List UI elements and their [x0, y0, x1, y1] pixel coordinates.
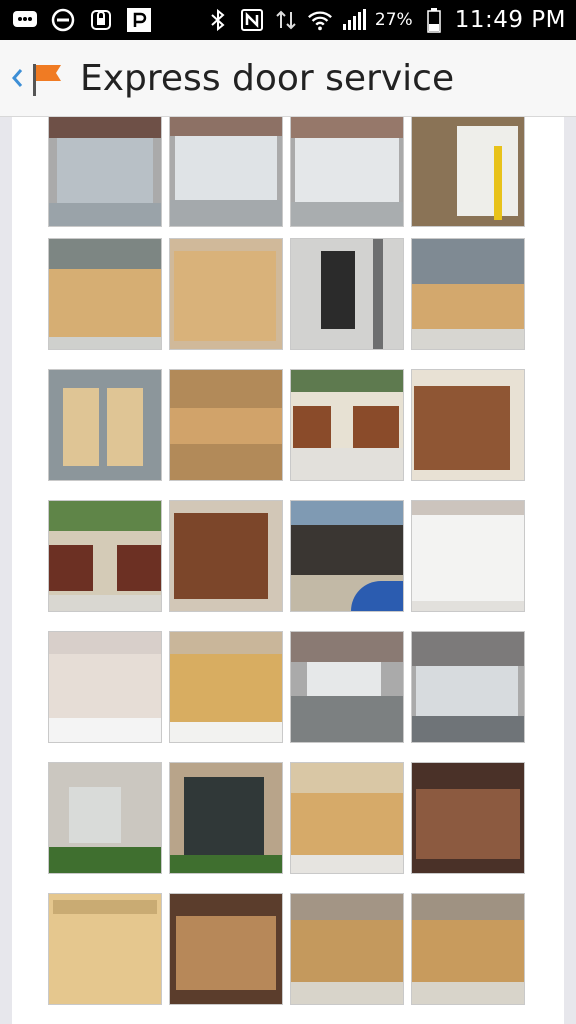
photo-thumb[interactable] [48, 762, 162, 874]
photo-thumb[interactable] [48, 369, 162, 481]
lock-icon [88, 7, 114, 33]
back-chevron-icon[interactable] [10, 58, 30, 98]
status-bar: 27% 11:49 PM [0, 0, 576, 40]
action-bar: Express door service [0, 40, 576, 117]
photo-thumb[interactable] [411, 238, 525, 350]
p-app-icon [126, 7, 152, 33]
photo-thumb[interactable] [411, 631, 525, 743]
photo-thumb[interactable] [169, 500, 283, 612]
photo-thumb[interactable] [48, 500, 162, 612]
battery-percent: 27% [374, 10, 413, 30]
photo-thumb[interactable] [48, 117, 162, 227]
page-title: Express door service [80, 57, 455, 99]
photo-thumb[interactable] [290, 500, 404, 612]
photo-thumb[interactable] [169, 762, 283, 874]
photo-thumb[interactable] [169, 117, 283, 227]
messages-icon [12, 7, 38, 33]
photo-thumb[interactable] [411, 369, 525, 481]
photo-thumb[interactable] [411, 500, 525, 612]
photo-thumb[interactable] [169, 238, 283, 350]
flag-logo-icon[interactable] [30, 58, 66, 98]
clock: 11:49 PM [454, 7, 566, 33]
photo-thumb[interactable] [411, 762, 525, 874]
photo-thumb[interactable] [48, 893, 162, 1005]
bluetooth-icon [205, 7, 231, 33]
photo-thumb[interactable] [169, 893, 283, 1005]
photo-thumb[interactable] [411, 117, 525, 227]
nfc-icon [239, 7, 265, 33]
photo-thumb[interactable] [290, 369, 404, 481]
photo-gallery [12, 117, 564, 1024]
battery-icon [421, 7, 447, 33]
data-arrows-icon [273, 7, 299, 33]
photo-thumb[interactable] [48, 631, 162, 743]
photo-thumb[interactable] [290, 238, 404, 350]
photo-thumb[interactable] [169, 631, 283, 743]
photo-thumb[interactable] [290, 117, 404, 227]
photo-thumb[interactable] [411, 893, 525, 1005]
photo-thumb[interactable] [290, 762, 404, 874]
cell-signal-icon [341, 7, 367, 33]
wifi-icon [307, 7, 333, 33]
photo-thumb[interactable] [290, 631, 404, 743]
photo-thumb[interactable] [48, 238, 162, 350]
photo-thumb[interactable] [169, 369, 283, 481]
do-not-disturb-icon [50, 7, 76, 33]
photo-thumb[interactable] [290, 893, 404, 1005]
